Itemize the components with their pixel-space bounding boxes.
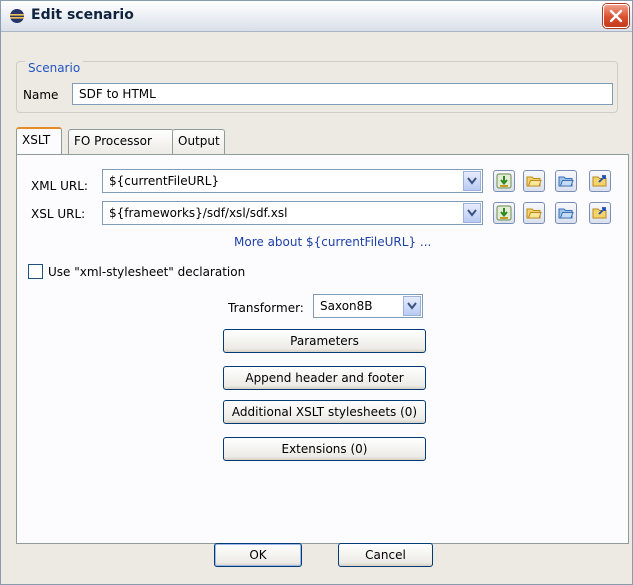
name-label: Name [23,88,59,102]
xml-url-dropdown-button[interactable] [463,171,481,191]
xsl-url-value: ${frameworks}/sdf/xsl/sdf.xsl [109,206,288,220]
more-about-link[interactable]: More about ${currentFileURL} ... [234,235,431,249]
open-in-editor-icon [592,207,607,219]
append-header-footer-button[interactable]: Append header and footer [223,366,426,390]
browse-folder-icon [526,176,542,187]
ok-button[interactable]: OK [214,543,302,567]
insert-editor-variables-icon [496,205,512,221]
name-field[interactable]: SDF to HTML [72,83,613,105]
open-in-editor-icon [592,175,607,187]
parameters-button[interactable]: Parameters [223,329,426,353]
close-icon [609,9,623,23]
use-xml-stylesheet-checkbox[interactable] [28,264,43,279]
chevron-down-icon [407,302,417,310]
browse-ftp-icon [558,208,574,219]
xsl-url-label: XSL URL: [31,207,86,221]
browse-ftp-icon [558,176,574,187]
cancel-button[interactable]: Cancel [338,543,433,567]
xsl-insert-variables-button[interactable] [493,202,515,224]
tab-xslt-label: XSLT [22,133,51,147]
tab-output-label: Output [178,134,220,148]
xml-insert-variables-button[interactable] [493,170,515,192]
insert-editor-variables-icon [496,173,512,189]
transformer-value: Saxon8B [320,299,373,313]
app-icon [9,8,25,24]
tab-fo-processor[interactable]: FO Processor [68,129,174,154]
close-button[interactable] [603,4,629,28]
xsl-browse-folder-button[interactable] [523,202,545,224]
scenario-legend: Scenario [25,61,84,75]
transformer-dropdown-button[interactable] [403,296,421,316]
title-bar[interactable]: Edit scenario [1,1,632,32]
window-title: Edit scenario [31,7,134,23]
xml-url-value: ${currentFileURL} [109,174,220,188]
xsl-browse-ftp-button[interactable] [555,202,577,224]
tab-fo-processor-label: FO Processor [74,134,152,148]
transformer-select[interactable]: Saxon8B [313,294,423,318]
additional-xslt-stylesheets-button[interactable]: Additional XSLT stylesheets (0) [223,400,426,424]
tab-output[interactable]: Output [172,129,225,154]
chevron-down-icon [467,177,477,185]
transformer-label: Transformer: [228,301,304,315]
xml-url-label: XML URL: [31,179,88,193]
extensions-button[interactable]: Extensions (0) [223,437,426,461]
xml-open-in-editor-button[interactable] [589,170,611,192]
xsl-url-combo[interactable]: ${frameworks}/sdf/xsl/sdf.xsl [102,201,483,225]
xml-url-combo[interactable]: ${currentFileURL} [102,169,483,193]
chevron-down-icon [467,209,477,217]
xml-browse-ftp-button[interactable] [555,170,577,192]
browse-folder-icon [526,208,542,219]
xsl-url-dropdown-button[interactable] [463,203,481,223]
tab-xslt[interactable]: XSLT [16,127,62,155]
use-xml-stylesheet-label[interactable]: Use "xml-stylesheet" declaration [48,265,245,279]
xml-browse-folder-button[interactable] [523,170,545,192]
xsl-open-in-editor-button[interactable] [589,202,611,224]
edit-scenario-dialog: Edit scenario Scenario Name SDF to HTML … [0,0,633,585]
